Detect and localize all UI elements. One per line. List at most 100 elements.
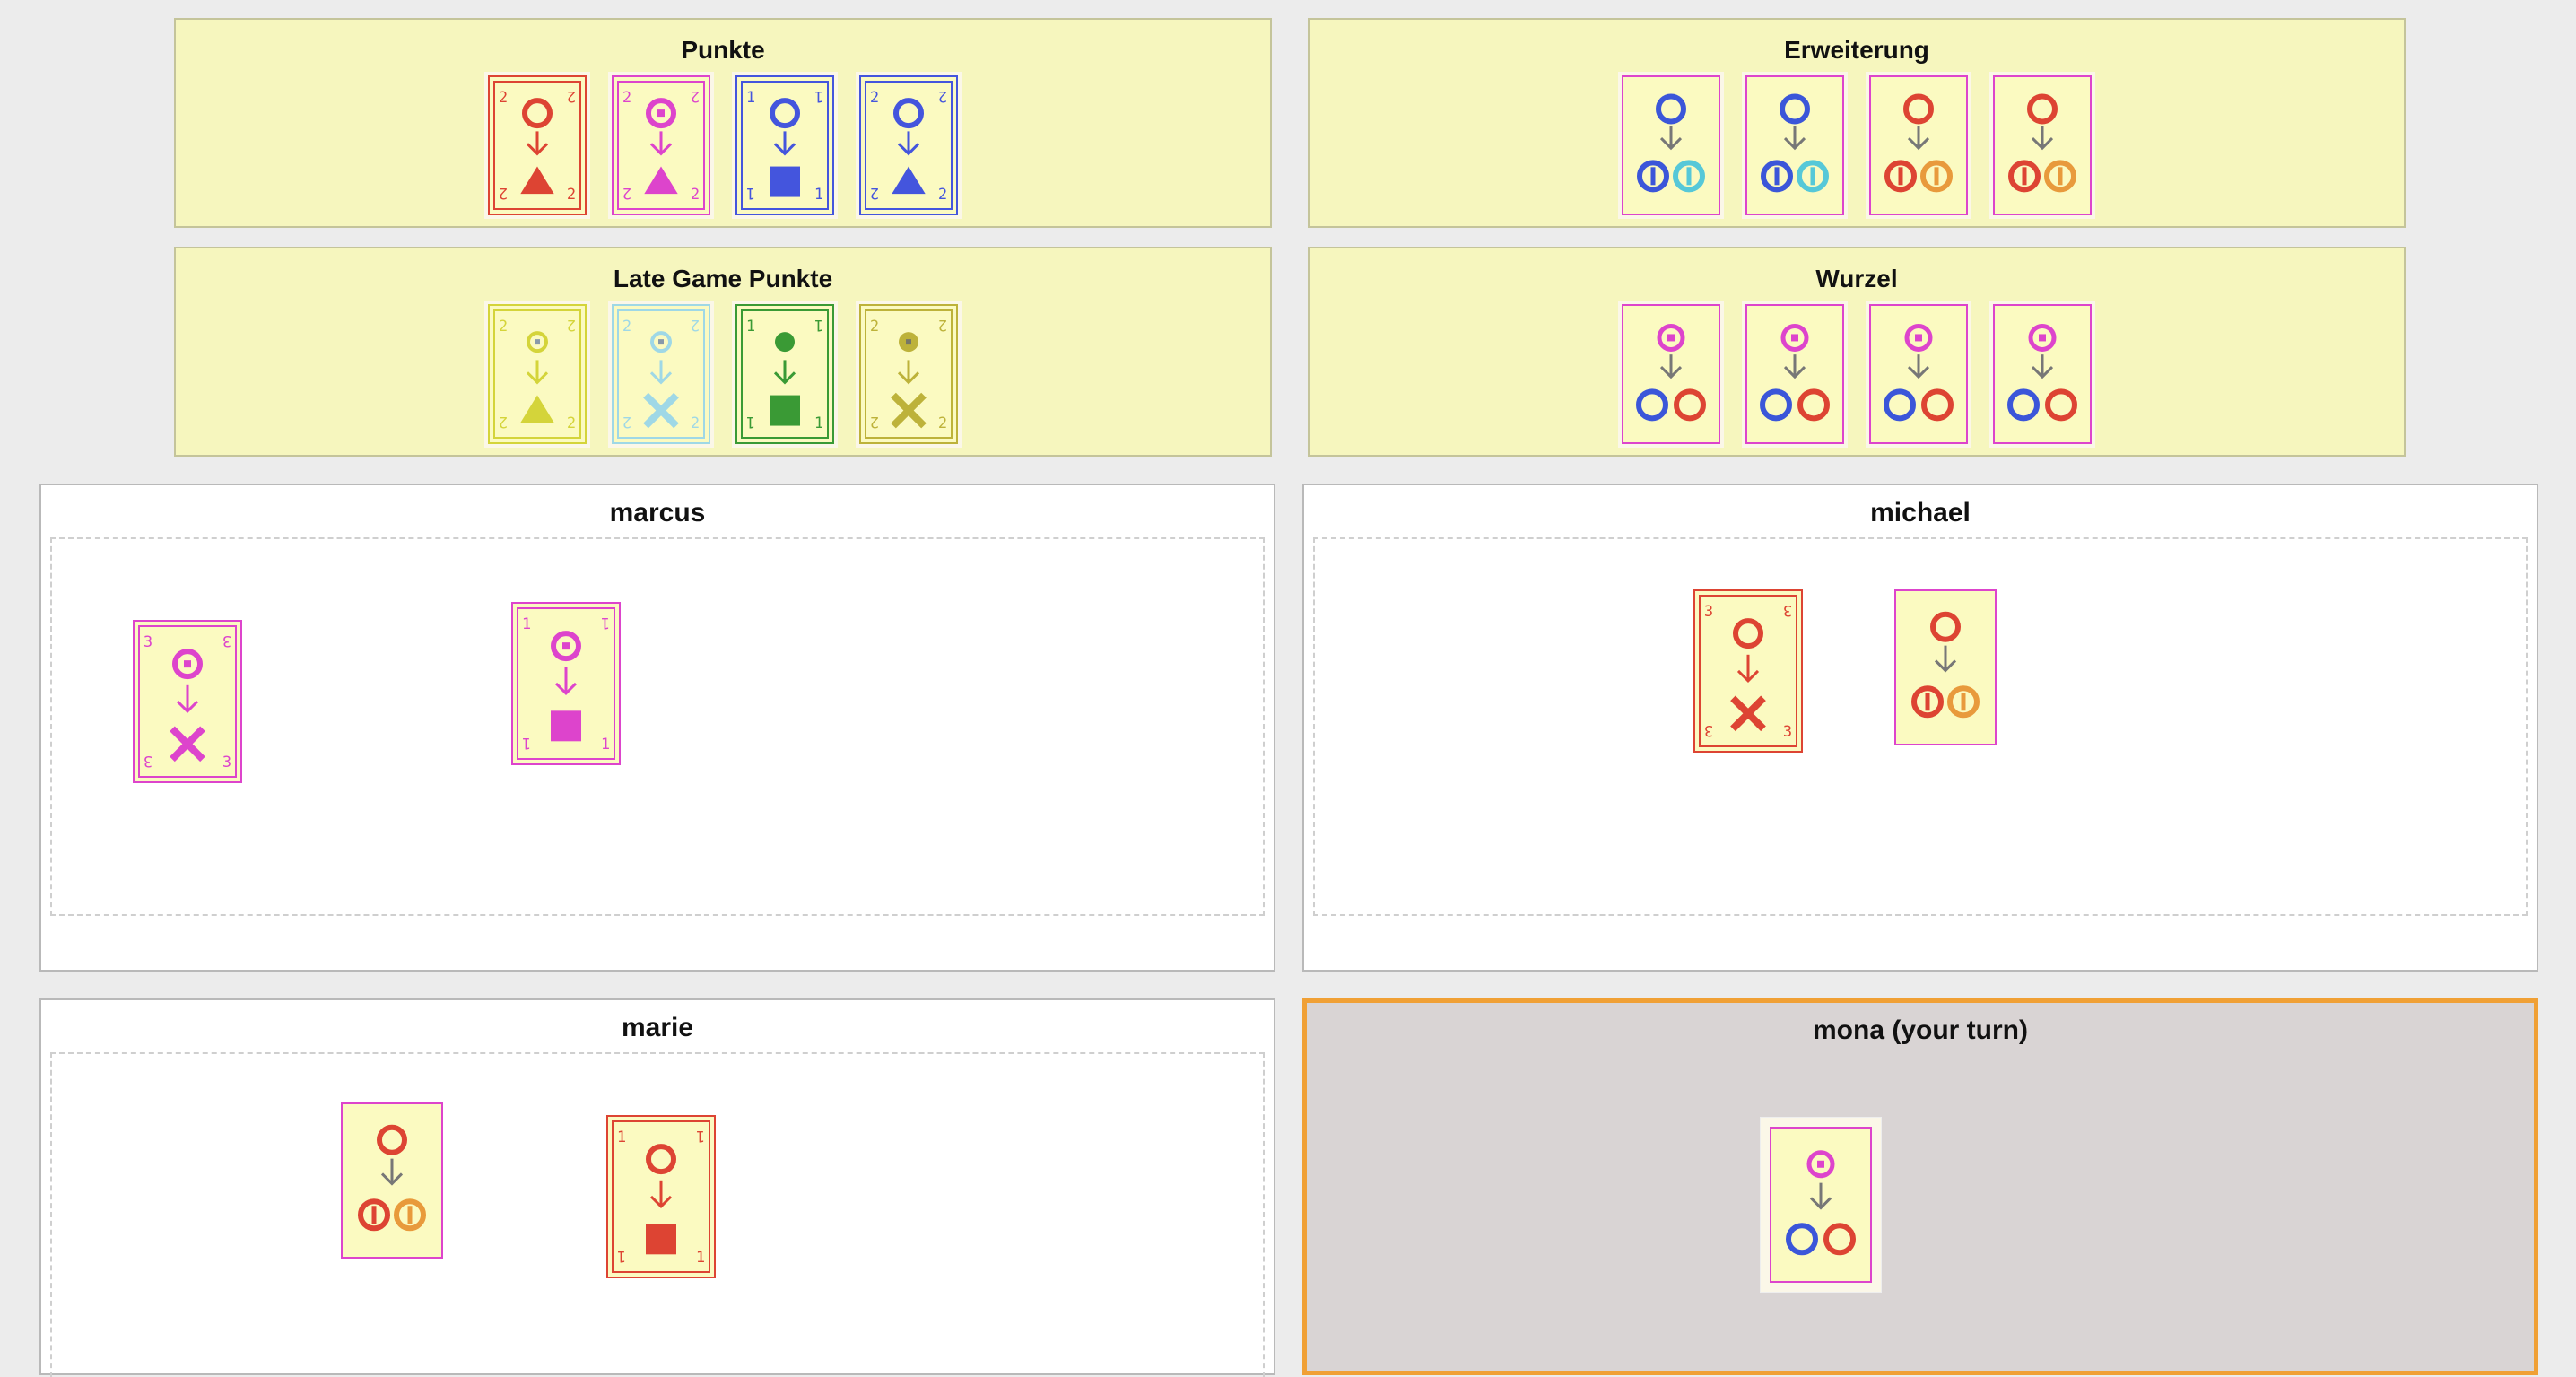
- corner-number: 2: [691, 414, 700, 432]
- corner-number: 1: [746, 89, 755, 107]
- card-face: [1622, 304, 1720, 444]
- corner-number: 1: [814, 186, 823, 204]
- dot-icon: [1791, 334, 1798, 342]
- market-card[interactable]: 1 1 1 1: [732, 72, 838, 219]
- card-face: 2 2 2 2: [859, 304, 958, 444]
- dot-icon: [657, 109, 665, 118]
- corner-number: 2: [622, 413, 631, 431]
- player-name: mona (your turn): [1813, 1015, 2028, 1045]
- corner-number: 1: [617, 1129, 626, 1146]
- corner-number: 1: [696, 1127, 705, 1145]
- corner-number: 1: [814, 414, 823, 432]
- market-cards: 2 2 2 2 2 2 2 2 1 1 1 1 2 2 2 2: [176, 72, 1270, 219]
- corner-number: 1: [522, 615, 531, 633]
- market-wurzel: Wurzel: [1308, 247, 2406, 457]
- market-card[interactable]: [1989, 72, 2095, 219]
- market-erweiterung: Erweiterung: [1308, 18, 2406, 228]
- market-card[interactable]: 2 2 2 2: [856, 72, 962, 219]
- market-card[interactable]: 2 2 2 2: [484, 72, 590, 219]
- corner-number: 3: [144, 752, 152, 770]
- dot-icon: [906, 339, 911, 345]
- corner-number: 1: [696, 1249, 705, 1267]
- player-area-mona: mona (your turn): [1302, 998, 2538, 1375]
- market-card[interactable]: [1618, 301, 1724, 448]
- card-face: 2 2 2 2: [612, 304, 710, 444]
- square-icon: [646, 1224, 676, 1255]
- dot-icon: [1817, 1160, 1824, 1168]
- corner-number: 2: [567, 186, 576, 204]
- square-icon: [770, 166, 800, 197]
- market-card[interactable]: [1866, 72, 1971, 219]
- corner-number: 2: [870, 413, 879, 431]
- corner-number: 1: [617, 1247, 626, 1265]
- dot-icon: [184, 660, 191, 668]
- player-name: marie: [621, 1013, 694, 1042]
- player-area-michael: michael 3 3 3 3: [1302, 484, 2538, 972]
- market-card[interactable]: [1742, 72, 1848, 219]
- dot-icon: [658, 339, 664, 345]
- corner-number: 3: [144, 633, 152, 651]
- card-face: 1 1 1 1: [511, 602, 621, 765]
- card-face: [1869, 75, 1968, 215]
- corner-number: 2: [567, 316, 576, 334]
- card-face: 1 1 1 1: [735, 304, 834, 444]
- corner-number: 2: [622, 318, 631, 336]
- corner-number: 2: [567, 414, 576, 432]
- card-face: 3 3 3 3: [1693, 589, 1803, 753]
- corner-number: 1: [601, 614, 610, 632]
- corner-number: 2: [567, 87, 576, 105]
- market-card[interactable]: [1989, 301, 2095, 448]
- card-face: [1894, 589, 1997, 745]
- corner-number: 3: [1783, 723, 1792, 741]
- corner-number: 2: [938, 316, 947, 334]
- player-card[interactable]: 1 1 1 1: [606, 1115, 716, 1278]
- market-card[interactable]: [1742, 301, 1848, 448]
- card-face: [1993, 75, 2092, 215]
- player-tableau: 3 3 3 3 1 1 1 1: [50, 537, 1265, 916]
- market-title: Wurzel: [1815, 265, 1898, 292]
- corner-number: 2: [938, 87, 947, 105]
- player-card[interactable]: [341, 1102, 443, 1259]
- corner-number: 2: [499, 89, 508, 107]
- corner-number: 1: [522, 734, 531, 752]
- market-card[interactable]: 2 2 2 2: [856, 301, 962, 448]
- player-tableau: 3 3 3 3: [1313, 537, 2528, 916]
- market-card[interactable]: 2 2 2 2: [608, 301, 714, 448]
- corner-number: 2: [691, 316, 700, 334]
- player-card[interactable]: 1 1 1 1: [511, 602, 621, 765]
- corner-number: 2: [499, 184, 508, 202]
- player-card[interactable]: [1894, 589, 1997, 745]
- dot-icon: [1667, 334, 1675, 342]
- market-cards: [1310, 72, 2404, 219]
- card-face: [1745, 75, 1844, 215]
- market-card[interactable]: 1 1 1 1: [732, 301, 838, 448]
- square-icon: [551, 710, 581, 742]
- market-card[interactable]: 2 2 2 2: [608, 72, 714, 219]
- market-title: Punkte: [681, 36, 765, 64]
- player-card[interactable]: 3 3 3 3: [133, 620, 242, 783]
- corner-number: 1: [814, 87, 823, 105]
- card-face: 3 3 3 3: [133, 620, 242, 783]
- corner-number: 2: [870, 89, 879, 107]
- card-face: 2 2 2 2: [612, 75, 710, 215]
- market-card[interactable]: [1866, 301, 1971, 448]
- square-icon: [770, 395, 800, 426]
- corner-number: 2: [691, 87, 700, 105]
- player-area-marcus: marcus 3 3 3 3 1 1 1 1: [39, 484, 1275, 972]
- octagon-icon: [775, 332, 795, 353]
- market-cards: 2 2 2 2 2 2 2 2 1 1 1 1 2 2 2 2: [176, 301, 1270, 448]
- market-title: Erweiterung: [1784, 36, 1929, 64]
- corner-number: 3: [1704, 721, 1713, 739]
- market-late-game-punkte: Late Game Punkte 2 2 2 2 2 2 2 2 1 1 1 1 2 2 2 2: [174, 247, 1272, 457]
- player-card[interactable]: 3 3 3 3: [1693, 589, 1803, 753]
- corner-number: 1: [601, 736, 610, 754]
- corner-number: 2: [938, 186, 947, 204]
- corner-number: 1: [746, 318, 755, 336]
- corner-number: 2: [622, 89, 631, 107]
- market-card[interactable]: [1618, 72, 1724, 219]
- corner-number: 3: [1704, 603, 1713, 621]
- player-card[interactable]: [1761, 1118, 1881, 1292]
- card-face: 2 2 2 2: [488, 75, 587, 215]
- player-name: marcus: [609, 498, 706, 527]
- market-card[interactable]: 2 2 2 2: [484, 301, 590, 448]
